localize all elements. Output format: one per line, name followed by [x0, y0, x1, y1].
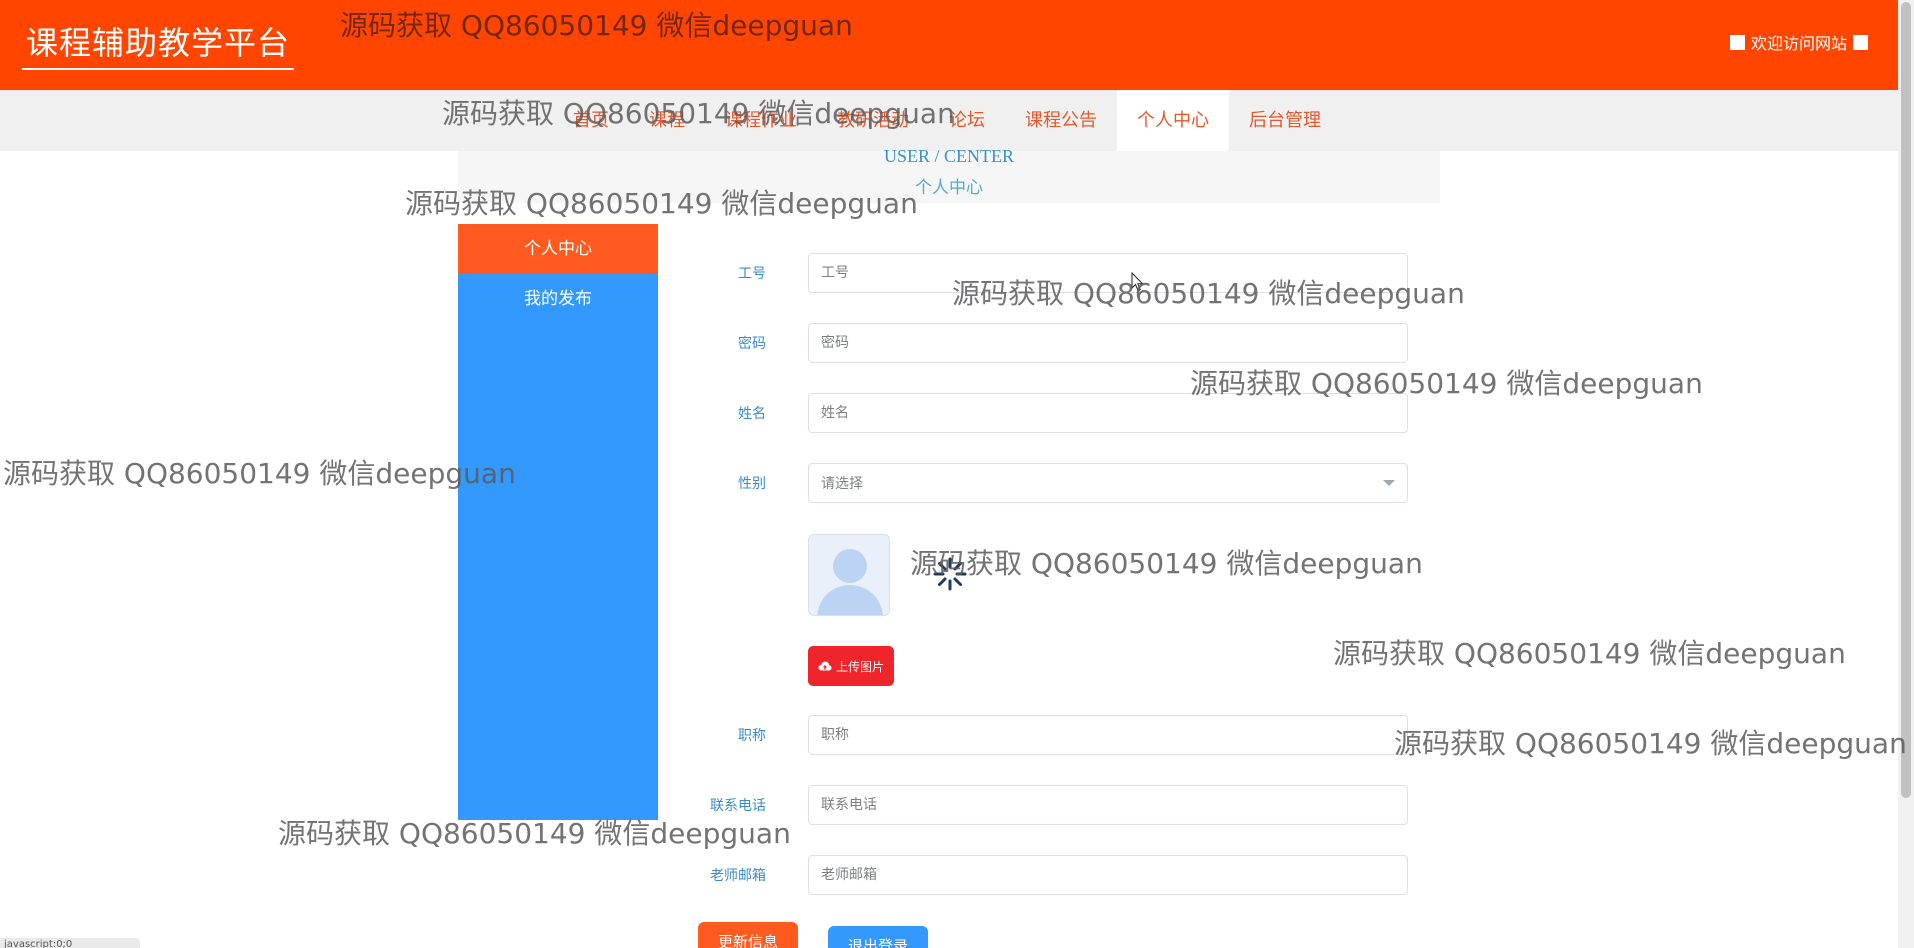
- nav-item-announcement[interactable]: 课程公告: [1005, 90, 1117, 151]
- phone-label: 联系电话: [710, 798, 766, 814]
- form-row-password: 密码: [680, 323, 1410, 365]
- page-scrollbar[interactable]: [1898, 0, 1914, 948]
- watermark-text: 源码获取 QQ86050149 微信deepguan: [1394, 727, 1907, 760]
- mouse-cursor-icon: [1131, 272, 1144, 292]
- sidebar-item-user-center[interactable]: 个人中心: [458, 224, 658, 274]
- welcome-text: 欢迎访问网站: [1750, 34, 1847, 53]
- nav-item-home[interactable]: 首页: [553, 90, 629, 151]
- site-title[interactable]: 课程辅助教学平台: [22, 18, 295, 70]
- upload-image-label: 上传图片: [835, 659, 884, 674]
- welcome-left-square-icon: [1729, 34, 1745, 50]
- logout-button[interactable]: 退出登录: [828, 926, 928, 948]
- welcome-right-square-icon: [1853, 34, 1868, 50]
- watermark-text: 源码获取 QQ86050149 微信deepguan: [1333, 637, 1846, 670]
- watermark-text: 源码获取 QQ86050149 微信deepguan: [3, 457, 516, 490]
- password-field[interactable]: [808, 323, 1408, 363]
- welcome-area: 欢迎访问网站: [1729, 30, 1868, 54]
- scrollbar-thumb[interactable]: [1901, 2, 1911, 798]
- name-field[interactable]: [808, 393, 1408, 433]
- email-label: 老师邮箱: [710, 868, 766, 884]
- form-row-title: 职称: [680, 715, 1410, 757]
- id-field[interactable]: [808, 253, 1408, 293]
- breadcrumb: USER / CENTER 个人中心: [458, 147, 1440, 203]
- form-row-id: 工号: [680, 253, 1410, 295]
- nav-item-teaching-activity[interactable]: 教研活动: [817, 90, 929, 151]
- form-row-gender: 性别 请选择: [680, 463, 1410, 505]
- user-avatar-icon: [809, 535, 889, 615]
- gender-select[interactable]: 请选择: [808, 463, 1408, 503]
- gender-label: 性别: [738, 476, 766, 492]
- nav-item-homework[interactable]: 课程作业: [705, 90, 817, 151]
- browser-status-bar: javascript:0;0: [0, 938, 140, 948]
- main-nav: 首页 课程 课程作业 教研活动 论坛 课程公告 个人中心 后台管理: [0, 90, 1898, 151]
- sidebar: 个人中心 我的发布: [458, 224, 658, 820]
- nav-item-admin[interactable]: 后台管理: [1229, 90, 1341, 151]
- form-row-name: 姓名: [680, 393, 1410, 435]
- password-label: 密码: [738, 336, 766, 352]
- job-title-field[interactable]: [808, 715, 1408, 755]
- email-field[interactable]: [808, 855, 1408, 895]
- breadcrumb-zh: 个人中心: [915, 178, 983, 198]
- loading-spinner-icon: [933, 557, 967, 591]
- watermark-text: 源码获取 QQ86050149 微信deepguan: [910, 547, 1423, 580]
- avatar[interactable]: [808, 534, 890, 616]
- update-info-button[interactable]: 更新信息: [698, 922, 798, 948]
- nav-item-user-center[interactable]: 个人中心: [1117, 90, 1229, 151]
- id-label: 工号: [738, 266, 766, 282]
- sidebar-item-my-posts[interactable]: 我的发布: [458, 274, 658, 324]
- name-label: 姓名: [738, 406, 766, 422]
- phone-field[interactable]: [808, 785, 1408, 825]
- cloud-upload-icon: [818, 661, 832, 671]
- breadcrumb-en: USER / CENTER: [883, 146, 1014, 166]
- title-label: 职称: [738, 728, 766, 744]
- gender-select-placeholder: 请选择: [821, 476, 863, 492]
- form-row-phone: 联系电话: [680, 785, 1410, 827]
- top-header: 课程辅助教学平台 欢迎访问网站: [0, 0, 1898, 90]
- form-row-email: 老师邮箱: [680, 855, 1410, 897]
- nav-item-forum[interactable]: 论坛: [929, 90, 1005, 151]
- upload-image-button[interactable]: 上传图片: [808, 646, 894, 686]
- chevron-down-icon: [1383, 480, 1395, 486]
- nav-item-course[interactable]: 课程: [629, 90, 705, 151]
